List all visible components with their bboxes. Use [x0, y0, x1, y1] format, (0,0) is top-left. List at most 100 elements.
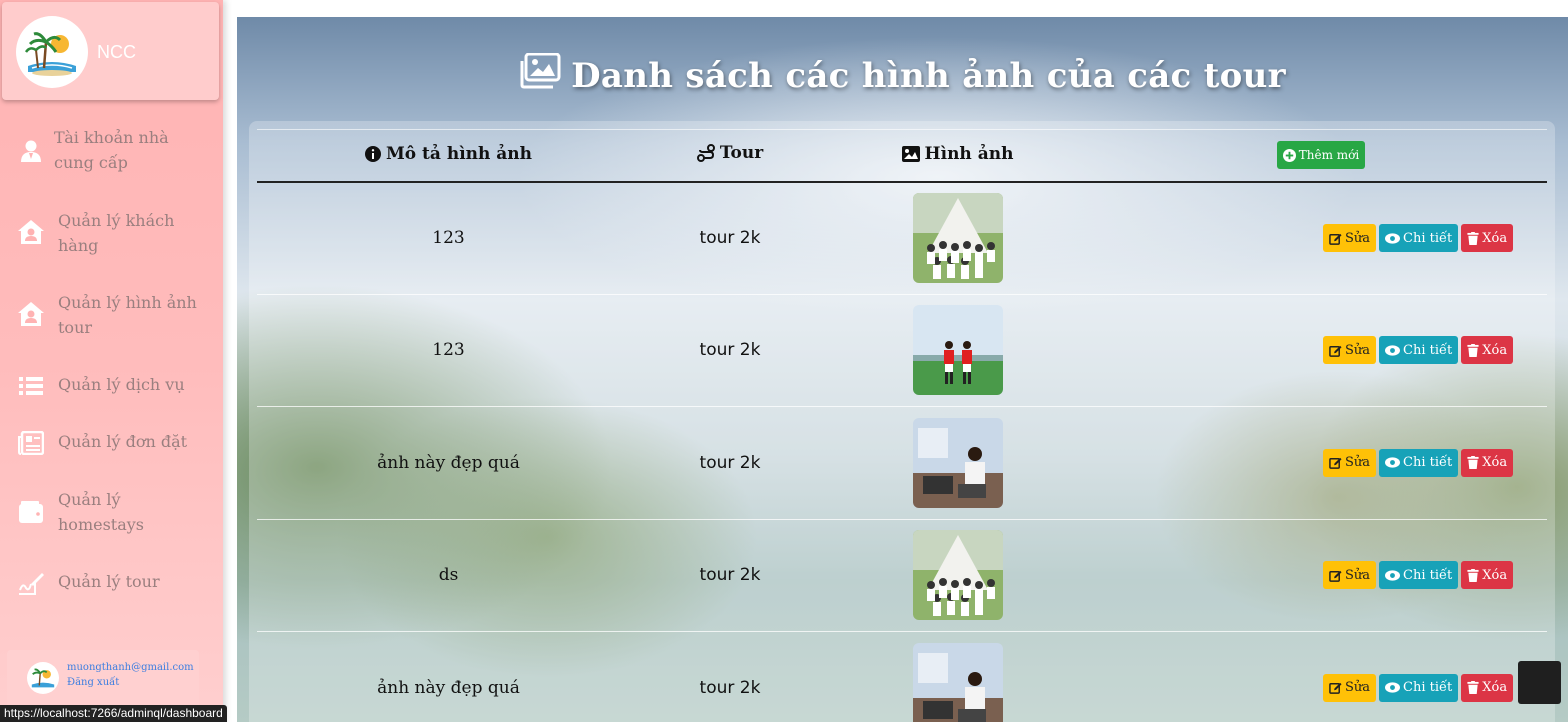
- detail-button[interactable]: Chi tiết: [1379, 224, 1459, 252]
- blackbox-badge[interactable]: [1518, 661, 1561, 704]
- info-icon: [364, 145, 381, 162]
- trash-icon: [1467, 681, 1479, 695]
- detail-button[interactable]: Chi tiết: [1379, 336, 1459, 365]
- cell-image: [820, 519, 1095, 632]
- sidebar-item-label: Quản lý khách hàng: [58, 211, 175, 255]
- cell-tour: tour 2k: [699, 452, 761, 473]
- logout-link[interactable]: Đăng xuất: [67, 677, 119, 688]
- sidebar-item-label: Quản lý homestays: [58, 490, 145, 534]
- edit-icon: [1329, 683, 1342, 695]
- tour-image-thumbnail[interactable]: [912, 642, 1003, 722]
- cell-desc: ảnh này đẹp quá: [377, 677, 520, 698]
- brand-header[interactable]: NCC: [2, 2, 219, 100]
- sidebar-item-tour-images[interactable]: Quản lý hình ảnh tour: [0, 290, 223, 342]
- eye-icon: [1385, 232, 1401, 244]
- user-email: muongthanh@gmail.com: [67, 662, 194, 673]
- edit-button[interactable]: Sửa: [1323, 673, 1377, 702]
- delete-button[interactable]: Xóa: [1461, 224, 1514, 252]
- table-row: 123 tour 2k Sửa Chi tiết Xóa: [257, 294, 1547, 407]
- avatar[interactable]: [27, 662, 59, 694]
- sidebar-item-orders[interactable]: Quản lý đơn đặt: [0, 429, 223, 457]
- detail-button[interactable]: Chi tiết: [1379, 561, 1459, 590]
- table-row: ảnh này đẹp quá tour 2k Sửa Chi tiết Xóa: [257, 407, 1547, 520]
- user-box: muongthanh@gmail.com Đăng xuất: [7, 650, 199, 708]
- edit-button[interactable]: Sửa: [1323, 561, 1377, 590]
- signature-icon: [17, 569, 45, 597]
- sidebar-item-label: Quản lý tour: [58, 572, 160, 591]
- detail-button[interactable]: Chi tiết: [1379, 673, 1459, 702]
- edit-icon: [1329, 345, 1342, 357]
- cell-image: [820, 294, 1095, 407]
- edit-button[interactable]: Sửa: [1323, 448, 1377, 477]
- sidebar-item-label: Quản lý đơn đặt: [58, 432, 188, 451]
- cell-desc: 123: [432, 228, 465, 248]
- cell-image: [820, 632, 1095, 722]
- main-content: Danh sách các hình ảnh của các tour Mô t…: [237, 17, 1568, 722]
- brand-name: NCC: [97, 42, 136, 62]
- image-icon: [901, 145, 920, 162]
- sidebar-item-tours[interactable]: Quản lý tour: [0, 569, 223, 597]
- trash-icon: [1467, 456, 1479, 470]
- sidebar-item-services[interactable]: Quản lý dịch vụ: [0, 372, 223, 400]
- header-actions: Thêm mới: [1095, 130, 1547, 182]
- edit-button[interactable]: Sửa: [1323, 224, 1377, 252]
- delete-button[interactable]: Xóa: [1461, 336, 1514, 365]
- table-row: 123 tour 2k Sửa Chi tiết Xóa: [257, 182, 1547, 295]
- cell-tour: tour 2k: [699, 340, 761, 361]
- cell-actions: Sửa Chi tiết Xóa: [1095, 407, 1547, 520]
- detail-button[interactable]: Chi tiết: [1379, 448, 1459, 477]
- sidebar-item-label: Quản lý hình ảnh tour: [58, 293, 197, 337]
- cell-actions: Sửa Chi tiết Xóa: [1095, 182, 1547, 295]
- house-user-icon: [17, 300, 45, 328]
- delete-button[interactable]: Xóa: [1461, 561, 1514, 590]
- edit-icon: [1329, 570, 1342, 582]
- trash-icon: [1467, 231, 1479, 245]
- add-new-button[interactable]: Thêm mới: [1276, 141, 1366, 170]
- sidebar: NCC Tài khoản nhà cung cấp Quản lý khách…: [0, 0, 223, 722]
- status-url: https://localhost:7266/adminql/dashboard: [0, 705, 227, 722]
- tour-image-thumbnail[interactable]: [912, 193, 1003, 283]
- tour-image-thumbnail[interactable]: [912, 417, 1003, 508]
- cell-actions: Sửa Chi tiết Xóa: [1095, 294, 1547, 407]
- sidebar-item-account[interactable]: Tài khoản nhà cung cấp: [0, 125, 223, 177]
- tour-image-thumbnail[interactable]: [912, 530, 1003, 621]
- cell-image: [820, 182, 1095, 295]
- table-row: ds tour 2k Sửa Chi tiết Xóa: [257, 519, 1547, 632]
- table-row: ảnh này đẹp quá tour 2k Sửa Chi tiết Xóa: [257, 632, 1547, 722]
- delete-button[interactable]: Xóa: [1461, 673, 1514, 702]
- user-icon: [17, 137, 45, 165]
- page-title: Danh sách các hình ảnh của các tour: [237, 52, 1568, 98]
- newspaper-icon: [17, 429, 45, 457]
- eye-icon: [1385, 682, 1401, 693]
- edit-button[interactable]: Sửa: [1323, 336, 1377, 365]
- cell-tour: tour 2k: [699, 228, 761, 248]
- sidebar-item-customers[interactable]: Quản lý khách hàng: [0, 208, 223, 260]
- eye-icon: [1385, 570, 1401, 581]
- route-icon: [696, 144, 715, 163]
- header-tour: Tour: [640, 130, 820, 182]
- images-icon: [519, 52, 561, 98]
- cell-tour: tour 2k: [699, 677, 761, 698]
- house-user-icon: [17, 218, 45, 246]
- cell-actions: Sửa Chi tiết Xóa: [1095, 519, 1547, 632]
- trash-icon: [1467, 343, 1479, 357]
- cell-actions: Sửa Chi tiết Xóa: [1095, 632, 1547, 722]
- table-panel: Mô tả hình ảnh Tour Hình ảnh Thêm mới 12…: [249, 121, 1555, 722]
- cell-desc: ds: [438, 565, 459, 586]
- trash-icon: [1467, 568, 1479, 582]
- sidebar-item-homestays[interactable]: Quản lý homestays: [0, 487, 223, 539]
- delete-button[interactable]: Xóa: [1461, 448, 1514, 477]
- sidebar-item-label: Tài khoản nhà cung cấp: [54, 128, 169, 172]
- cell-desc: ảnh này đẹp quá: [377, 452, 520, 473]
- brand-logo: [16, 16, 88, 88]
- edit-icon: [1329, 233, 1342, 245]
- cell-image: [820, 407, 1095, 520]
- edit-icon: [1329, 458, 1342, 470]
- cell-tour: tour 2k: [699, 565, 761, 586]
- eye-icon: [1385, 457, 1401, 468]
- cell-desc: 123: [432, 340, 465, 361]
- header-desc: Mô tả hình ảnh: [257, 130, 640, 182]
- header-image: Hình ảnh: [820, 130, 1095, 182]
- tour-image-thumbnail[interactable]: [912, 305, 1003, 396]
- images-table: Mô tả hình ảnh Tour Hình ảnh Thêm mới 12…: [257, 129, 1547, 722]
